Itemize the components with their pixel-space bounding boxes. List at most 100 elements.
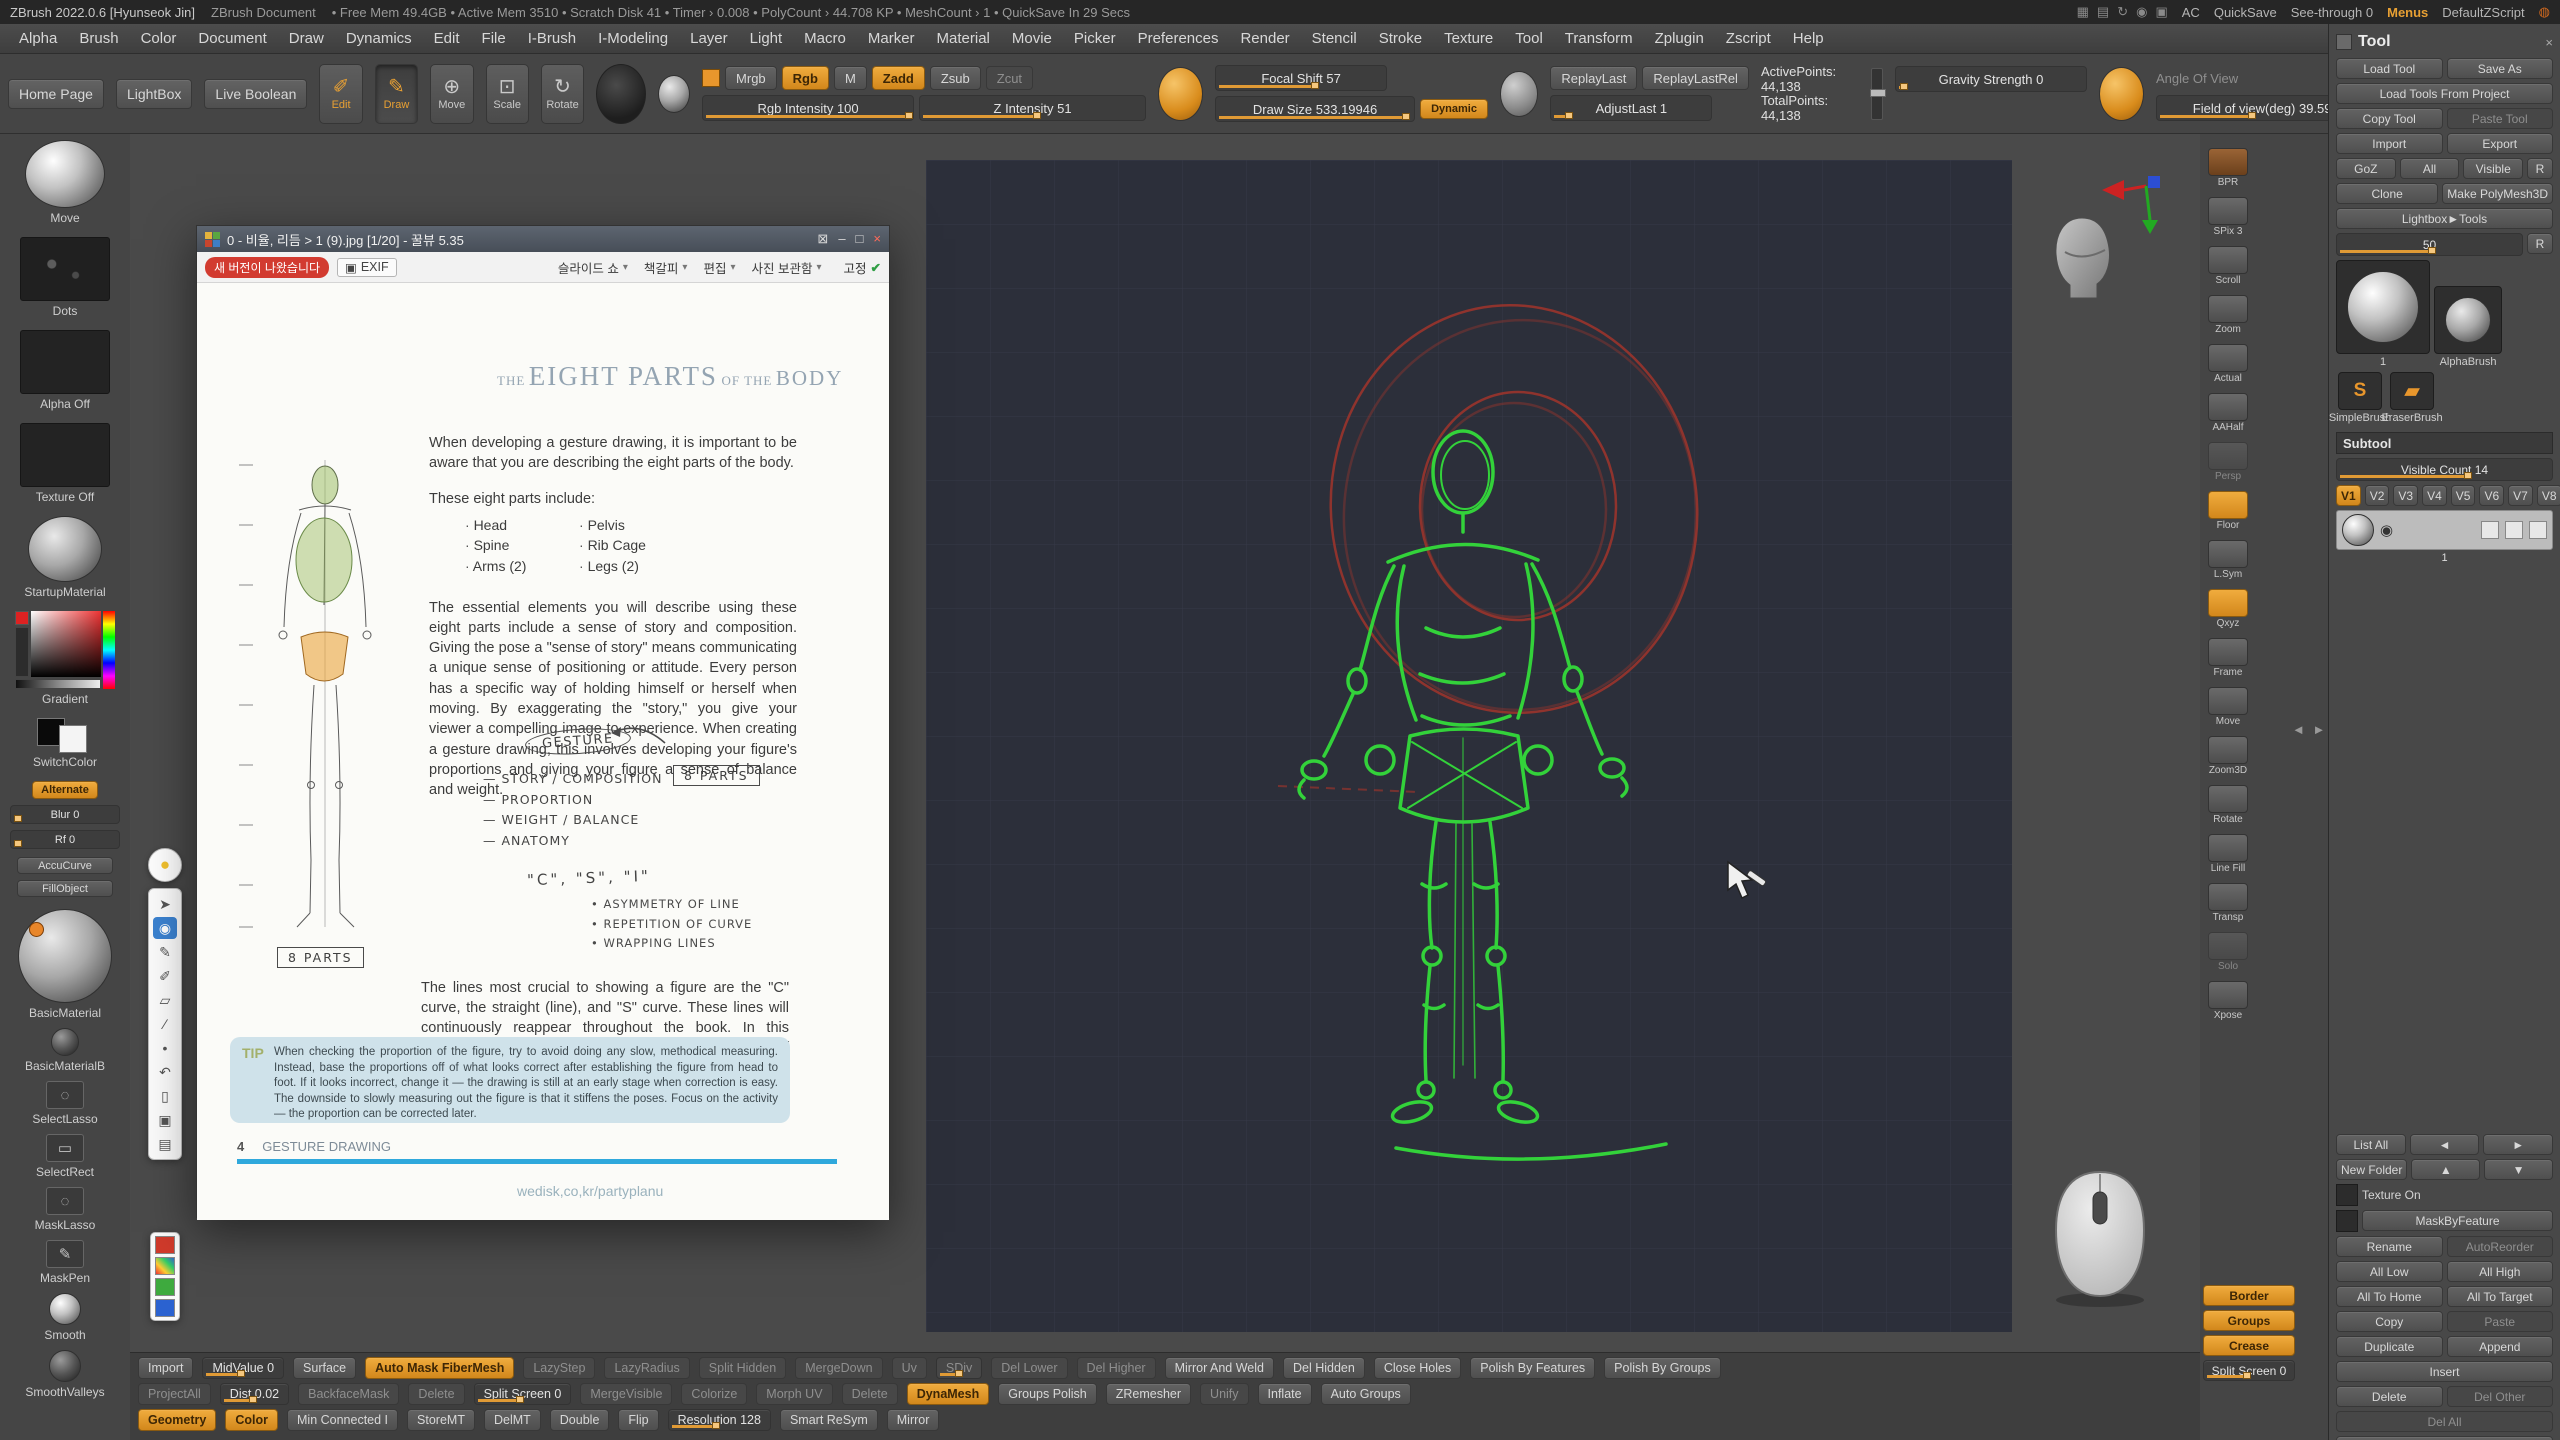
- bottom-button[interactable]: Split Hidden: [699, 1357, 786, 1379]
- right-shelf-button[interactable]: Zoom3D: [2208, 736, 2248, 776]
- close-button[interactable]: ×: [873, 231, 881, 247]
- menu-item[interactable]: Tool: [1504, 30, 1554, 47]
- scale-button[interactable]: ⊡ Scale: [486, 64, 529, 124]
- pen-icon[interactable]: ✎: [153, 941, 177, 963]
- pin-toggle[interactable]: 고정 ✔: [844, 258, 882, 277]
- right-shelf-button[interactable]: AAHalf: [2208, 393, 2248, 433]
- right-shelf-button[interactable]: L.Sym: [2208, 540, 2248, 580]
- dot-icon[interactable]: •: [153, 1037, 177, 1059]
- mrgb-button[interactable]: Mrgb: [725, 66, 777, 90]
- visible-count-slider[interactable]: Visible Count 14: [2336, 458, 2553, 481]
- right-shelf-button[interactable]: Floor: [2208, 491, 2248, 531]
- subtool-view-tab[interactable]: V3: [2393, 485, 2418, 506]
- bottom-button[interactable]: Mirror: [887, 1409, 940, 1431]
- menu-item[interactable]: Zscript: [1715, 30, 1782, 47]
- bottom-button[interactable]: Mirror And Weld: [1165, 1357, 1274, 1379]
- tray-mask-lasso[interactable]: ◌ MaskLasso: [35, 1187, 96, 1232]
- make-polymesh3d-button[interactable]: Make PolyMesh3D: [2442, 183, 2553, 204]
- bottom-button[interactable]: MidValue 0: [202, 1357, 284, 1379]
- replay-last-rel-button[interactable]: ReplayLastRel: [1642, 66, 1749, 90]
- menu-item[interactable]: Texture: [1433, 30, 1504, 47]
- tray-stroke-type[interactable]: Dots: [20, 237, 110, 318]
- exif-button[interactable]: ▣ EXIF: [337, 258, 397, 277]
- draw-size-slider[interactable]: Draw Size 533.19946: [1215, 96, 1415, 122]
- right-shelf-button[interactable]: Move: [2208, 687, 2248, 727]
- save-as-button[interactable]: Save As: [2447, 58, 2554, 79]
- bottom-button[interactable]: Groups Polish: [998, 1383, 1097, 1405]
- right-shelf-button[interactable]: Persp: [2208, 442, 2248, 482]
- grid-icon[interactable]: ▦: [2077, 4, 2089, 20]
- adjust-last-slider[interactable]: AdjustLast 1: [1550, 95, 1712, 121]
- zadd-button[interactable]: Zadd: [872, 66, 925, 90]
- close-icon[interactable]: ×: [2545, 35, 2553, 50]
- gravity-gauge[interactable]: [1871, 68, 1883, 120]
- bottom-button[interactable]: Flip: [618, 1409, 658, 1431]
- cursor-icon[interactable]: ➤: [153, 893, 177, 915]
- tray-select-rect[interactable]: ▭ SelectRect: [36, 1134, 94, 1179]
- bottom-button[interactable]: Delete: [842, 1383, 898, 1405]
- subtool-view-tab[interactable]: V1: [2336, 485, 2361, 506]
- subtool-view-tab[interactable]: V2: [2365, 485, 2390, 506]
- move-up-button[interactable]: ▲: [2411, 1159, 2480, 1180]
- right-shelf-button[interactable]: BPR: [2208, 148, 2248, 188]
- document-canvas[interactable]: [926, 160, 2012, 1332]
- value-strip[interactable]: [15, 679, 101, 689]
- menu-item[interactable]: Material: [926, 30, 1001, 47]
- mask-by-feature-button[interactable]: MaskByFeature: [2362, 1210, 2553, 1231]
- eye-icon[interactable]: ◉: [153, 917, 177, 939]
- update-banner-button[interactable]: 새 버전이 나왔습니다: [205, 257, 329, 278]
- bottom-button[interactable]: StoreMT: [407, 1409, 475, 1431]
- menu-item[interactable]: Macro: [793, 30, 857, 47]
- subtool-view-tab[interactable]: V8: [2537, 485, 2560, 506]
- duplicate-button[interactable]: Duplicate: [2336, 1336, 2443, 1357]
- alternate-button[interactable]: Alternate: [32, 781, 98, 799]
- right-shelf-button[interactable]: Qxyz: [2208, 589, 2248, 629]
- focal-shift-slider[interactable]: Focal Shift 57: [1215, 65, 1387, 91]
- crease-stack-button[interactable]: Groups: [2203, 1310, 2295, 1331]
- crease-stack-button[interactable]: Border: [2203, 1285, 2295, 1306]
- annotation-light-button[interactable]: ●: [148, 848, 182, 882]
- bottom-button[interactable]: MergeDown: [795, 1357, 882, 1379]
- bottom-button[interactable]: Smart ReSym: [780, 1409, 878, 1431]
- insert-button[interactable]: Insert: [2336, 1361, 2553, 1382]
- material-sphere-icon[interactable]: [658, 75, 690, 113]
- rgb-button[interactable]: Rgb: [782, 66, 829, 90]
- annotation-color-blue[interactable]: [155, 1299, 175, 1317]
- goz-all-button[interactable]: All: [2400, 158, 2460, 179]
- tray-basic-material-b[interactable]: BasicMaterialB: [25, 1028, 105, 1073]
- subtool-section-header[interactable]: Subtool: [2336, 432, 2553, 454]
- bottom-button[interactable]: Dist 0.02: [220, 1383, 289, 1405]
- right-shelf-button[interactable]: Solo: [2208, 932, 2248, 972]
- all-low-button[interactable]: All Low: [2336, 1261, 2443, 1282]
- menu-item[interactable]: I-Brush: [517, 30, 587, 47]
- tool-r-button[interactable]: R: [2527, 233, 2553, 254]
- crease-stack-button[interactable]: Split Screen 0: [2203, 1360, 2295, 1381]
- bottom-button[interactable]: Polish By Groups: [1604, 1357, 1721, 1379]
- menu-item[interactable]: Stroke: [1368, 30, 1433, 47]
- bottom-button[interactable]: LazyStep: [523, 1357, 595, 1379]
- brush-preview[interactable]: [596, 64, 646, 124]
- right-shelf-button[interactable]: Zoom: [2208, 295, 2248, 335]
- minimize-button[interactable]: –: [838, 231, 845, 247]
- gravity-slider[interactable]: Gravity Strength 0: [1895, 66, 2087, 92]
- right-shelf-button[interactable]: Rotate: [2208, 785, 2248, 825]
- menu-item[interactable]: File: [471, 30, 517, 47]
- bottom-button[interactable]: Morph UV: [756, 1383, 832, 1405]
- subtool-paint-icon[interactable]: [2481, 521, 2499, 539]
- bottom-button[interactable]: Inflate: [1258, 1383, 1312, 1405]
- goz-r-button[interactable]: R: [2527, 158, 2553, 179]
- highlighter-icon[interactable]: ✐: [153, 965, 177, 987]
- prev-subtool-button[interactable]: ◄: [2410, 1134, 2480, 1155]
- tray-material[interactable]: StartupMaterial: [24, 516, 105, 599]
- menu-item[interactable]: I-Modeling: [587, 30, 679, 47]
- stroke-icon[interactable]: [1158, 67, 1203, 121]
- bottom-button[interactable]: Surface: [293, 1357, 356, 1379]
- fill-object-button[interactable]: FillObject: [17, 880, 113, 897]
- titlebar-item[interactable]: See-through 0: [2291, 5, 2373, 20]
- rename-button[interactable]: Rename: [2336, 1236, 2443, 1257]
- menu-item[interactable]: Stencil: [1301, 30, 1368, 47]
- eraser-icon[interactable]: ▱: [153, 989, 177, 1011]
- autoreorder-button[interactable]: AutoReorder: [2447, 1236, 2554, 1257]
- menu-item[interactable]: Document: [187, 30, 277, 47]
- load-tool-button[interactable]: Load Tool: [2336, 58, 2443, 79]
